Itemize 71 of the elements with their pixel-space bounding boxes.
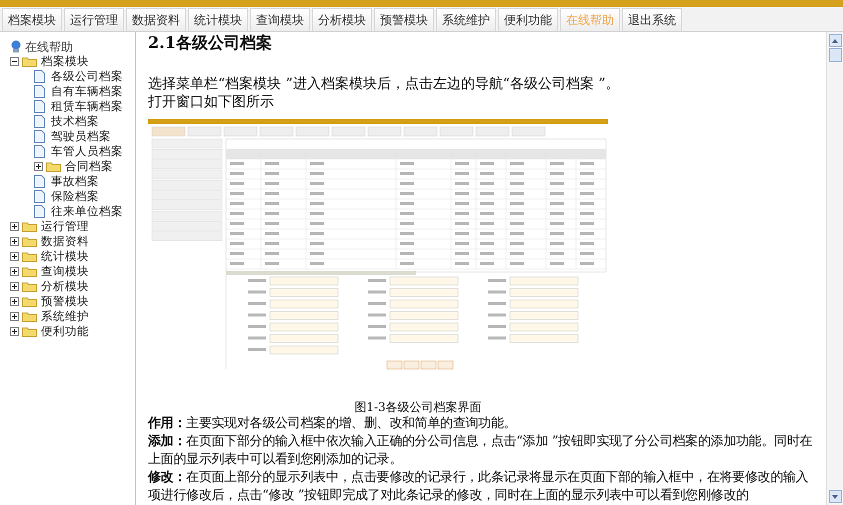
folder-icon bbox=[46, 161, 61, 172]
menu-tab[interactable]: 统计模块 bbox=[188, 8, 248, 31]
tree-item[interactable]: 保险档案 bbox=[51, 189, 99, 204]
menu-tab[interactable]: 数据资料 bbox=[126, 8, 186, 31]
tree-item[interactable]: 往来单位档案 bbox=[51, 204, 123, 219]
tree-item[interactable]: 分析模块 bbox=[41, 279, 89, 294]
tree-item[interactable]: 数据资料 bbox=[41, 234, 89, 249]
body-paragraph: 添加：在页面下部分的输入框中依次输入正确的分公司信息，点击“添加 ”按钮即实现了分公司档案的添加功能。同时在上面的显示列表中可以看到您刚添加的记录。 bbox=[148, 433, 814, 469]
tree-item[interactable]: 自有车辆档案 bbox=[51, 84, 123, 99]
tree-root[interactable]: 在线帮助 bbox=[25, 38, 73, 56]
intro-text: 选择菜单栏“档案模块 ”进入档案模块后，点击左边的导航“各级公司档案 ”。 bbox=[148, 75, 621, 93]
page-icon bbox=[34, 130, 45, 143]
tree-item[interactable]: 事故档案 bbox=[51, 174, 99, 189]
folder-icon bbox=[22, 236, 37, 247]
page-icon bbox=[34, 115, 45, 128]
folder-icon bbox=[22, 326, 37, 337]
folder-icon bbox=[22, 221, 37, 232]
menu-tab[interactable]: 便利功能 bbox=[498, 8, 558, 31]
body-paragraph: 修改：在页面上部分的显示列表中，点击要修改的记录行，此条记录将显示在页面下部的输入框中，在将要修改的输入项进行修改后，点击“修改 ”按钮即完成了对此条记录的修改，同时在上面的显示列表中可以看到您刚修改的 bbox=[148, 469, 810, 505]
expand-icon[interactable] bbox=[10, 267, 19, 276]
intro-text: 打开窗口如下图所示 bbox=[148, 93, 275, 111]
tree-item[interactable]: 驾驶员档案 bbox=[51, 129, 111, 144]
tree-item[interactable]: 统计模块 bbox=[41, 249, 89, 264]
tree-item[interactable]: 运行管理 bbox=[41, 219, 89, 234]
scrollbar[interactable] bbox=[826, 32, 843, 505]
expand-icon[interactable] bbox=[10, 222, 19, 231]
expand-icon[interactable] bbox=[34, 162, 43, 171]
menu-tab[interactable]: 退出系统 bbox=[622, 8, 682, 31]
expand-icon[interactable] bbox=[10, 252, 19, 261]
tree-item[interactable]: 查询模块 bbox=[41, 264, 89, 279]
tree-item[interactable]: 租赁车辆档案 bbox=[51, 99, 123, 114]
menu-tab[interactable]: 系统维护 bbox=[436, 8, 496, 31]
page-icon bbox=[34, 205, 45, 218]
page-icon bbox=[34, 190, 45, 203]
tree-item[interactable]: 合同档案 bbox=[65, 159, 113, 174]
tree-item[interactable]: 便利功能 bbox=[41, 324, 89, 339]
page-icon bbox=[34, 85, 45, 98]
scroll-down-icon[interactable] bbox=[828, 490, 842, 503]
expand-icon[interactable] bbox=[10, 282, 19, 291]
tree-item[interactable]: 各级公司档案 bbox=[51, 69, 123, 84]
folder-icon bbox=[22, 251, 37, 262]
expand-icon[interactable] bbox=[10, 312, 19, 321]
article-title: 2.1各级公司档案 bbox=[148, 33, 273, 53]
tree-item[interactable]: 技术档案 bbox=[51, 114, 99, 129]
expand-icon[interactable] bbox=[10, 297, 19, 306]
menu-tab[interactable]: 预警模块 bbox=[374, 8, 434, 31]
expand-icon[interactable] bbox=[10, 237, 19, 246]
page-icon bbox=[34, 175, 45, 188]
page-icon bbox=[34, 100, 45, 113]
tree-item[interactable]: 车管人员档案 bbox=[51, 144, 123, 159]
menu-tab[interactable]: 运行管理 bbox=[64, 8, 124, 31]
expand-icon[interactable] bbox=[10, 327, 19, 336]
folder-icon bbox=[22, 56, 37, 67]
tree-item[interactable]: 档案模块 bbox=[41, 54, 89, 69]
menu-tab[interactable]: 分析模块 bbox=[312, 8, 372, 31]
page-icon bbox=[34, 145, 45, 158]
help-icon bbox=[10, 40, 22, 53]
folder-icon bbox=[22, 281, 37, 292]
scroll-up-icon[interactable] bbox=[828, 34, 842, 47]
menu-tab[interactable]: 查询模块 bbox=[250, 8, 310, 31]
menu-tab[interactable]: 档案模块 bbox=[2, 8, 62, 31]
folder-icon bbox=[22, 296, 37, 307]
page-icon bbox=[34, 70, 45, 83]
tree-item[interactable]: 预警模块 bbox=[41, 294, 89, 309]
body-paragraph: 作用：主要实现对各级公司档案的增、删、改和简单的查询功能。 bbox=[148, 415, 518, 433]
collapse-icon[interactable] bbox=[10, 57, 19, 66]
folder-icon bbox=[22, 311, 37, 322]
tree-item[interactable]: 系统维护 bbox=[41, 309, 89, 324]
folder-icon bbox=[22, 266, 37, 277]
scroll-thumb[interactable] bbox=[828, 48, 842, 62]
figure-caption: 图1-3各级公司档案界面 bbox=[353, 399, 483, 415]
